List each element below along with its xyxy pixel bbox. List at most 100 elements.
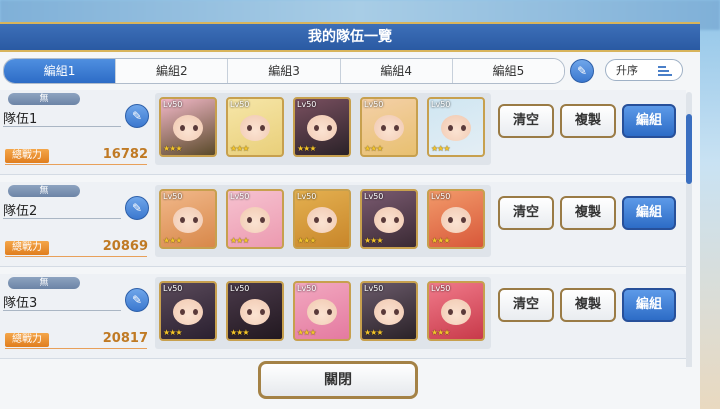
unit-portrait[interactable]: Lv50 ★★★ — [226, 97, 284, 157]
unit-eye — [247, 309, 252, 315]
unit-stars: ★★★ — [364, 328, 383, 337]
unit-eye — [314, 309, 319, 315]
unit-face — [173, 299, 203, 325]
unit-eye — [260, 309, 265, 315]
unit-eye — [193, 309, 198, 315]
unit-slots: Lv50 ★★★ Lv50 ★★★ Lv50 ★★★ Lv50 ★★★ Lv50 ★★★ — [155, 277, 491, 349]
dialog-title: 我的隊伍一覽 — [0, 22, 700, 52]
unit-eye — [381, 309, 386, 315]
sort-icon — [658, 66, 672, 76]
unit-face — [374, 207, 404, 233]
party-name: 隊伍3 — [3, 296, 38, 311]
unit-eye — [394, 217, 399, 223]
unit-level: Lv50 — [163, 284, 183, 293]
unit-stars: ★★★ — [230, 328, 249, 337]
clear-button[interactable]: 清空 — [498, 196, 554, 230]
name-underline — [3, 126, 121, 127]
scrollbar-thumb[interactable] — [686, 114, 692, 184]
unit-eye — [193, 217, 198, 223]
unit-stars: ★★★ — [431, 144, 450, 153]
unit-level: Lv50 — [297, 100, 317, 109]
unit-eye — [193, 125, 198, 131]
unit-portrait[interactable]: Lv50 ★★★ — [360, 189, 418, 249]
unit-eye — [394, 309, 399, 315]
close-button[interactable]: 關閉 — [258, 361, 418, 399]
name-underline — [3, 310, 121, 311]
unit-portrait[interactable]: Lv50 ★★★ — [293, 97, 351, 157]
total-power-value: 20869 — [102, 239, 148, 254]
total-power-label: 總戰力 — [5, 333, 49, 347]
unit-portrait[interactable]: Lv50 ★★★ — [159, 189, 217, 249]
party-list-scrollbar[interactable] — [686, 92, 692, 370]
unit-face — [307, 299, 337, 325]
sort-order-button[interactable]: 升序 — [605, 59, 683, 81]
unit-portrait[interactable]: Lv50 ★★★ — [427, 97, 485, 157]
unit-portrait[interactable]: Lv50 ★★★ — [159, 97, 217, 157]
party-info: 無隊伍1 ✎ 總戰力 16782 — [0, 90, 152, 174]
unit-portrait[interactable]: Lv50 ★★★ — [159, 281, 217, 341]
tab-formation-2[interactable]: 編組2 — [116, 59, 229, 83]
unit-level: Lv50 — [163, 100, 183, 109]
unit-portrait[interactable]: Lv50 ★★★ — [427, 189, 485, 249]
copy-button[interactable]: 複製 — [560, 288, 616, 322]
unit-eye — [327, 309, 332, 315]
total-power-value: 20817 — [102, 331, 148, 346]
party-info: 無隊伍2 ✎ 總戰力 20869 — [0, 182, 152, 266]
unit-eye — [314, 217, 319, 223]
unit-face — [307, 207, 337, 233]
unit-level: Lv50 — [230, 284, 250, 293]
clear-button[interactable]: 清空 — [498, 104, 554, 138]
unit-eye — [448, 125, 453, 131]
copy-button[interactable]: 複製 — [560, 104, 616, 138]
unit-eye — [461, 309, 466, 315]
unit-face — [240, 115, 270, 141]
clear-button[interactable]: 清空 — [498, 288, 554, 322]
tab-formation-1[interactable]: 編組1 — [4, 59, 117, 83]
unit-level: Lv50 — [364, 100, 384, 109]
power-underline — [5, 348, 147, 349]
unit-level: Lv50 — [163, 192, 183, 201]
unit-face — [441, 299, 471, 325]
edit-formation-button[interactable]: 編組 — [622, 196, 676, 230]
total-power-value: 16782 — [102, 147, 148, 162]
sort-order-label: 升序 — [616, 64, 638, 77]
unit-portrait[interactable]: Lv50 ★★★ — [360, 281, 418, 341]
tab-formation-4[interactable]: 編組4 — [340, 59, 453, 83]
unit-eye — [448, 309, 453, 315]
rename-party-pencil-icon[interactable]: ✎ — [125, 288, 149, 312]
total-power-label: 總戰力 — [5, 241, 49, 255]
unit-portrait[interactable]: Lv50 ★★★ — [293, 281, 351, 341]
unit-eye — [260, 217, 265, 223]
edit-formation-button[interactable]: 編組 — [622, 104, 676, 138]
unit-face — [307, 115, 337, 141]
unit-face — [441, 207, 471, 233]
rename-party-pencil-icon[interactable]: ✎ — [125, 104, 149, 128]
unit-level: Lv50 — [431, 100, 451, 109]
unit-level: Lv50 — [297, 284, 317, 293]
tab-formation-5[interactable]: 編組5 — [452, 59, 564, 83]
unit-face — [173, 115, 203, 141]
party-list: 無隊伍1 ✎ 總戰力 16782 Lv50 ★★★ Lv50 ★★★ Lv50 ★★★ Lv50 ★★… — [0, 90, 686, 367]
power-underline — [5, 164, 147, 165]
party-tabs: 編組1 編組2 編組3 編組4 編組5 — [3, 58, 565, 84]
unit-portrait[interactable]: Lv50 ★★★ — [360, 97, 418, 157]
attribute-badge: 無 — [8, 93, 80, 105]
unit-portrait[interactable]: Lv50 ★★★ — [293, 189, 351, 249]
unit-stars: ★★★ — [364, 144, 383, 153]
tab-formation-3[interactable]: 編組3 — [228, 59, 341, 83]
rename-party-pencil-icon[interactable]: ✎ — [125, 196, 149, 220]
unit-eye — [247, 217, 252, 223]
rename-tab-pencil-icon[interactable]: ✎ — [570, 59, 594, 83]
unit-eye — [180, 217, 185, 223]
unit-eye — [394, 125, 399, 131]
party-name: 隊伍1 — [3, 112, 38, 127]
unit-eye — [260, 125, 265, 131]
unit-portrait[interactable]: Lv50 ★★★ — [427, 281, 485, 341]
edit-formation-button[interactable]: 編組 — [622, 288, 676, 322]
unit-stars: ★★★ — [163, 328, 182, 337]
unit-portrait[interactable]: Lv50 ★★★ — [226, 189, 284, 249]
copy-button[interactable]: 複製 — [560, 196, 616, 230]
unit-eye — [180, 125, 185, 131]
unit-face — [374, 299, 404, 325]
unit-portrait[interactable]: Lv50 ★★★ — [226, 281, 284, 341]
